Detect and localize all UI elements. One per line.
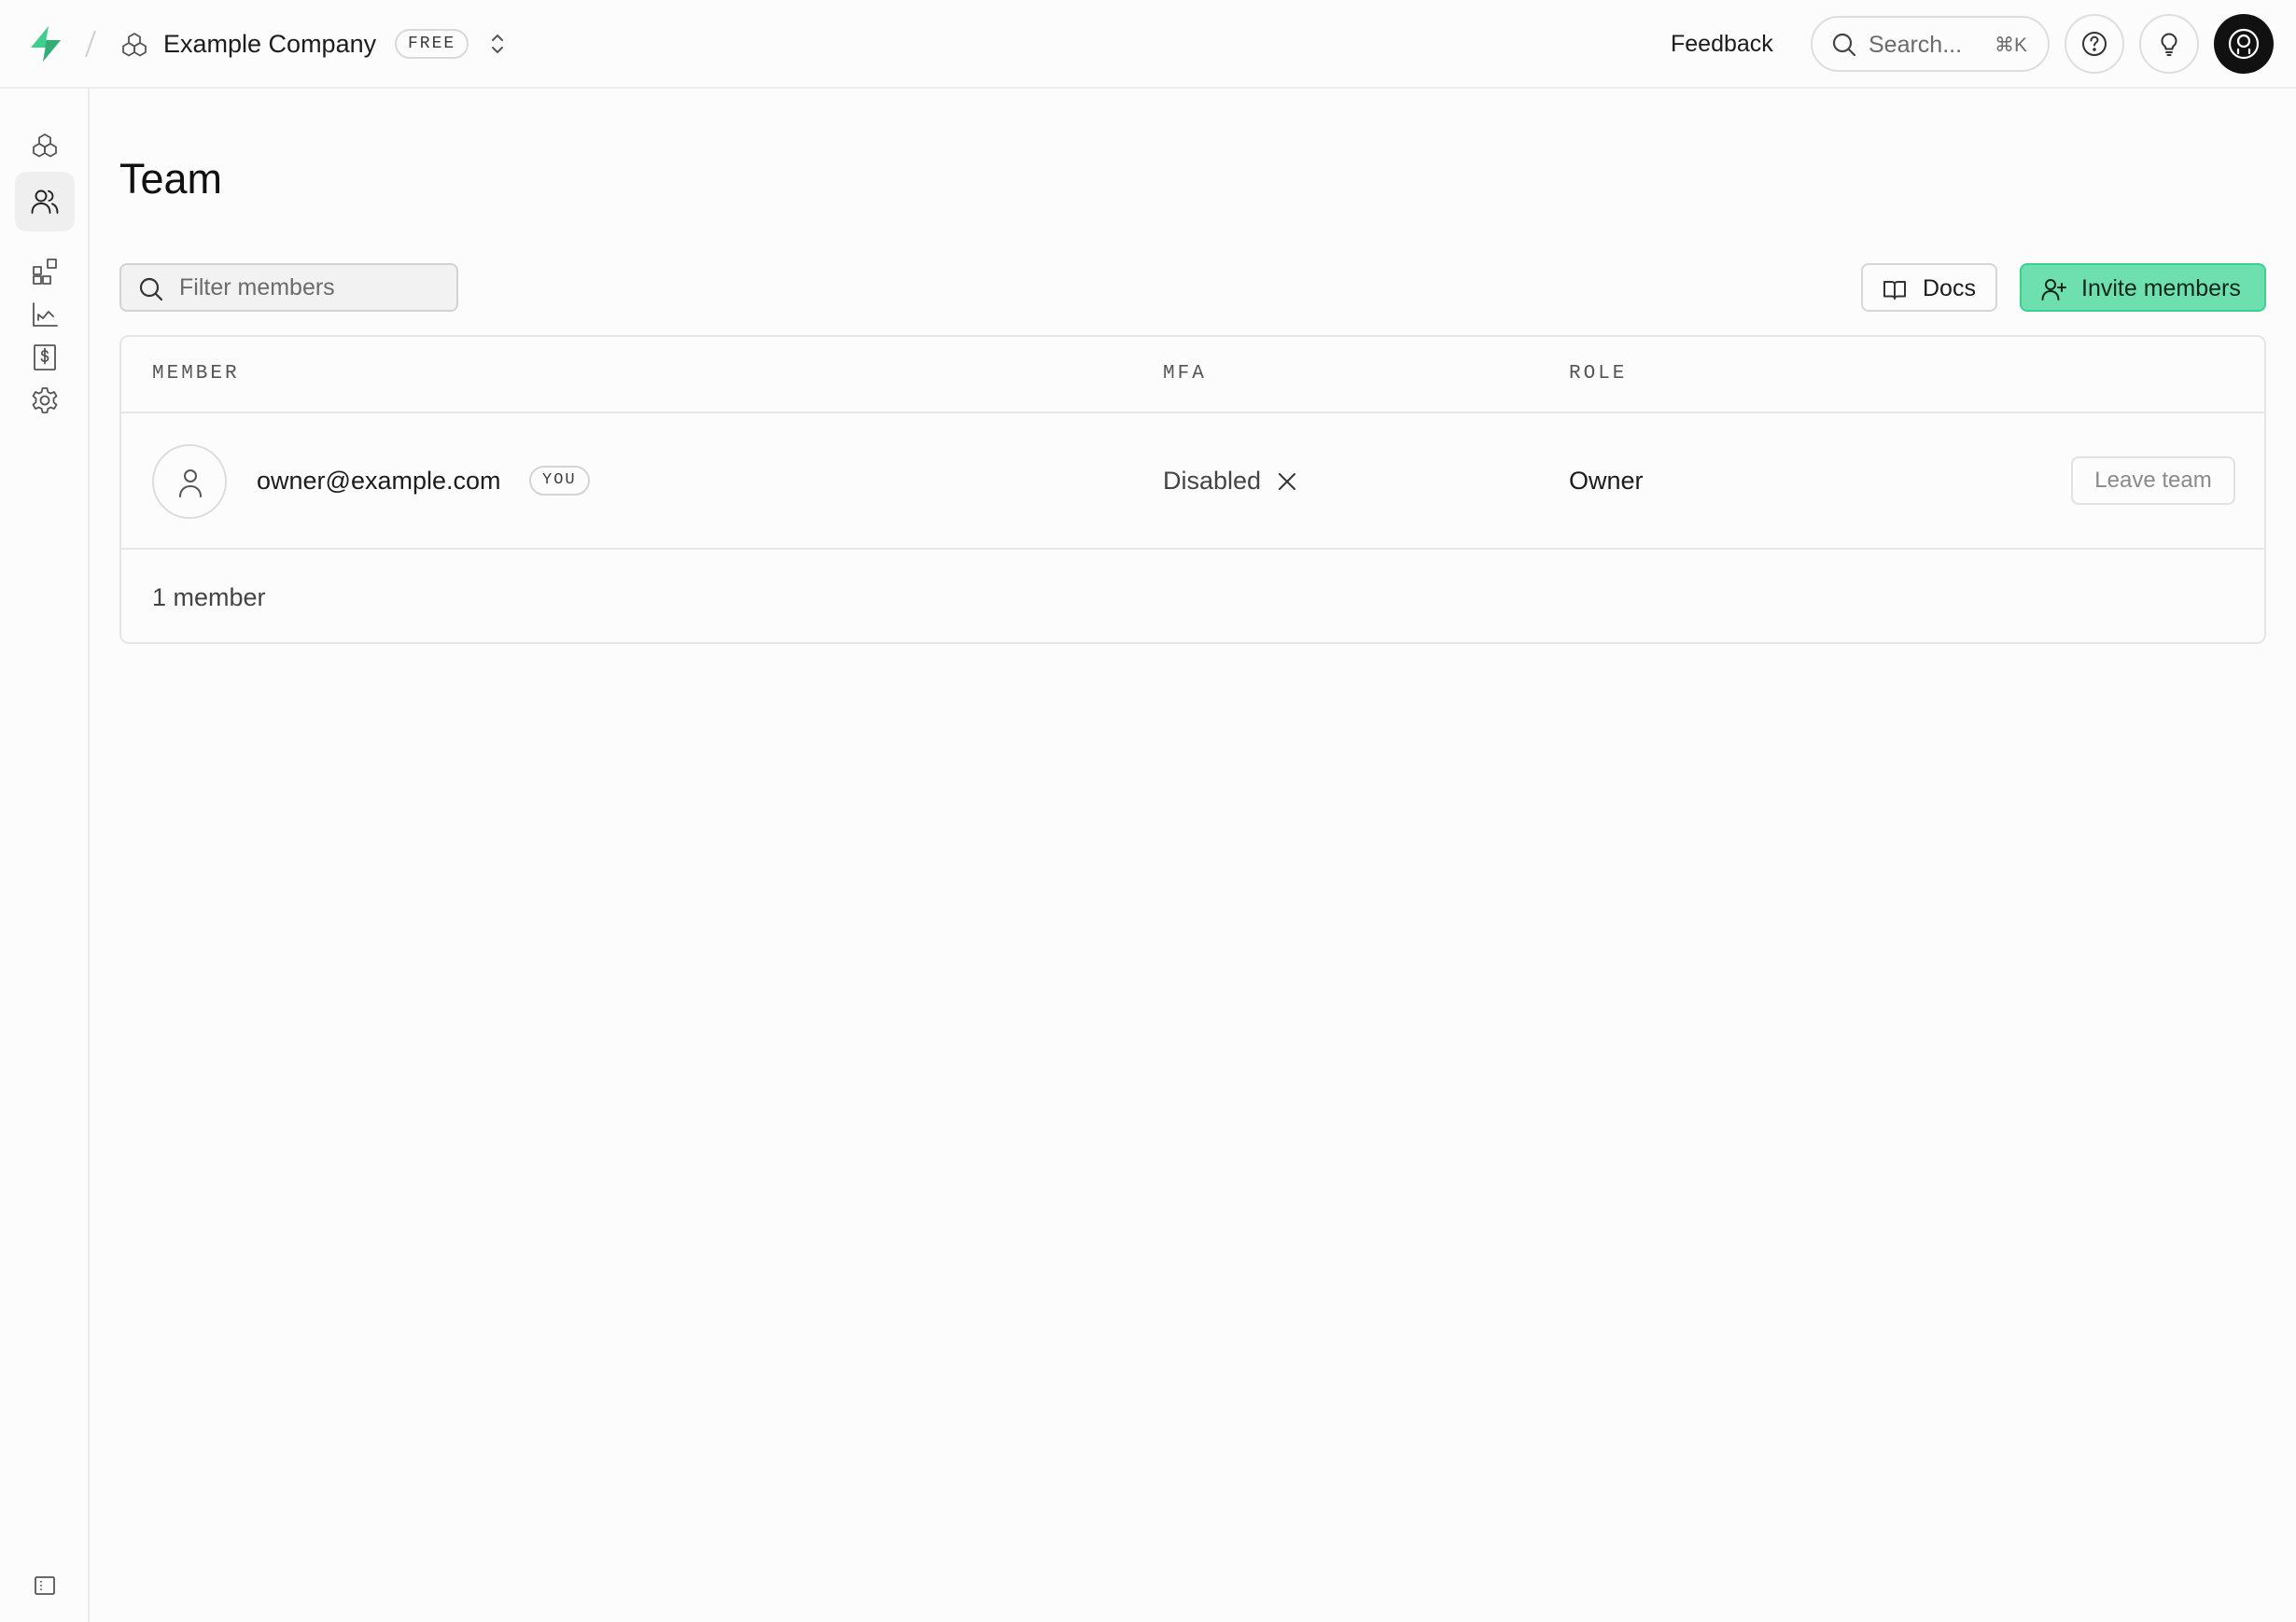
nav-team[interactable] <box>15 172 75 231</box>
team-icon <box>31 189 59 214</box>
integrations-icon <box>33 259 57 285</box>
invite-members-button[interactable]: Invite members <box>2020 263 2266 312</box>
search-button[interactable]: Search... ⌘K <box>1811 16 2050 72</box>
projects-icon <box>33 133 57 158</box>
docs-button-label: Docs <box>1923 275 1976 301</box>
member-role: Owner <box>1569 467 1644 495</box>
collapse-sidebar-icon[interactable] <box>32 1573 58 1599</box>
organization-icon <box>120 31 148 59</box>
help-button[interactable] <box>2065 14 2124 74</box>
breadcrumb-separator <box>84 28 97 60</box>
search-icon <box>1831 32 1857 58</box>
leave-team-button[interactable]: Leave team <box>2071 456 2235 505</box>
table-header: MEMBER MFA ROLE <box>121 337 2264 413</box>
top-bar: Example Company FREE Feedback Search... … <box>0 0 2296 89</box>
you-badge: YOU <box>529 466 590 496</box>
column-header-role: ROLE <box>1569 363 1628 385</box>
whats-new-button[interactable] <box>2139 14 2199 74</box>
nav-projects[interactable] <box>15 117 75 176</box>
feedback-link[interactable]: Feedback <box>1671 28 1773 60</box>
user-plus-icon <box>2041 279 2066 301</box>
account-menu-button[interactable] <box>2214 14 2274 74</box>
nav-settings[interactable] <box>15 371 75 430</box>
side-navigation <box>0 89 90 1622</box>
billing-icon <box>34 344 56 371</box>
member-email: owner@example.com <box>257 467 501 495</box>
table-row: owner@example.com YOU Disabled Owner Lea… <box>121 413 2264 550</box>
organization-name[interactable]: Example Company <box>163 28 376 60</box>
chevron-up-down-icon[interactable] <box>487 30 508 58</box>
page-title: Team <box>119 155 223 203</box>
member-count: 1 member <box>152 583 266 611</box>
plan-badge: FREE <box>395 29 469 59</box>
mfa-status: Disabled <box>1163 467 1262 495</box>
supabase-logo-icon[interactable] <box>28 25 63 63</box>
search-icon <box>138 276 164 302</box>
usage-icon <box>33 302 58 327</box>
docs-button[interactable]: Docs <box>1861 263 1997 312</box>
user-avatar-icon <box>2228 28 2260 60</box>
lightbulb-icon <box>2161 33 2177 56</box>
invite-members-label: Invite members <box>2081 275 2241 301</box>
column-header-member: MEMBER <box>152 363 240 385</box>
book-icon <box>1883 281 1906 300</box>
close-icon <box>1277 471 1297 492</box>
members-table: MEMBER MFA ROLE owner@example.com YOU Di… <box>119 335 2266 644</box>
help-icon <box>2082 32 2107 56</box>
settings-icon <box>32 387 58 413</box>
member-avatar <box>152 444 227 519</box>
search-shortcut: ⌘K <box>1994 35 2027 56</box>
filter-members-input[interactable] <box>179 265 450 310</box>
column-header-mfa: MFA <box>1163 363 1207 385</box>
filter-members-field[interactable] <box>119 263 458 312</box>
search-placeholder: Search... <box>1869 32 1963 58</box>
user-icon <box>179 469 202 497</box>
